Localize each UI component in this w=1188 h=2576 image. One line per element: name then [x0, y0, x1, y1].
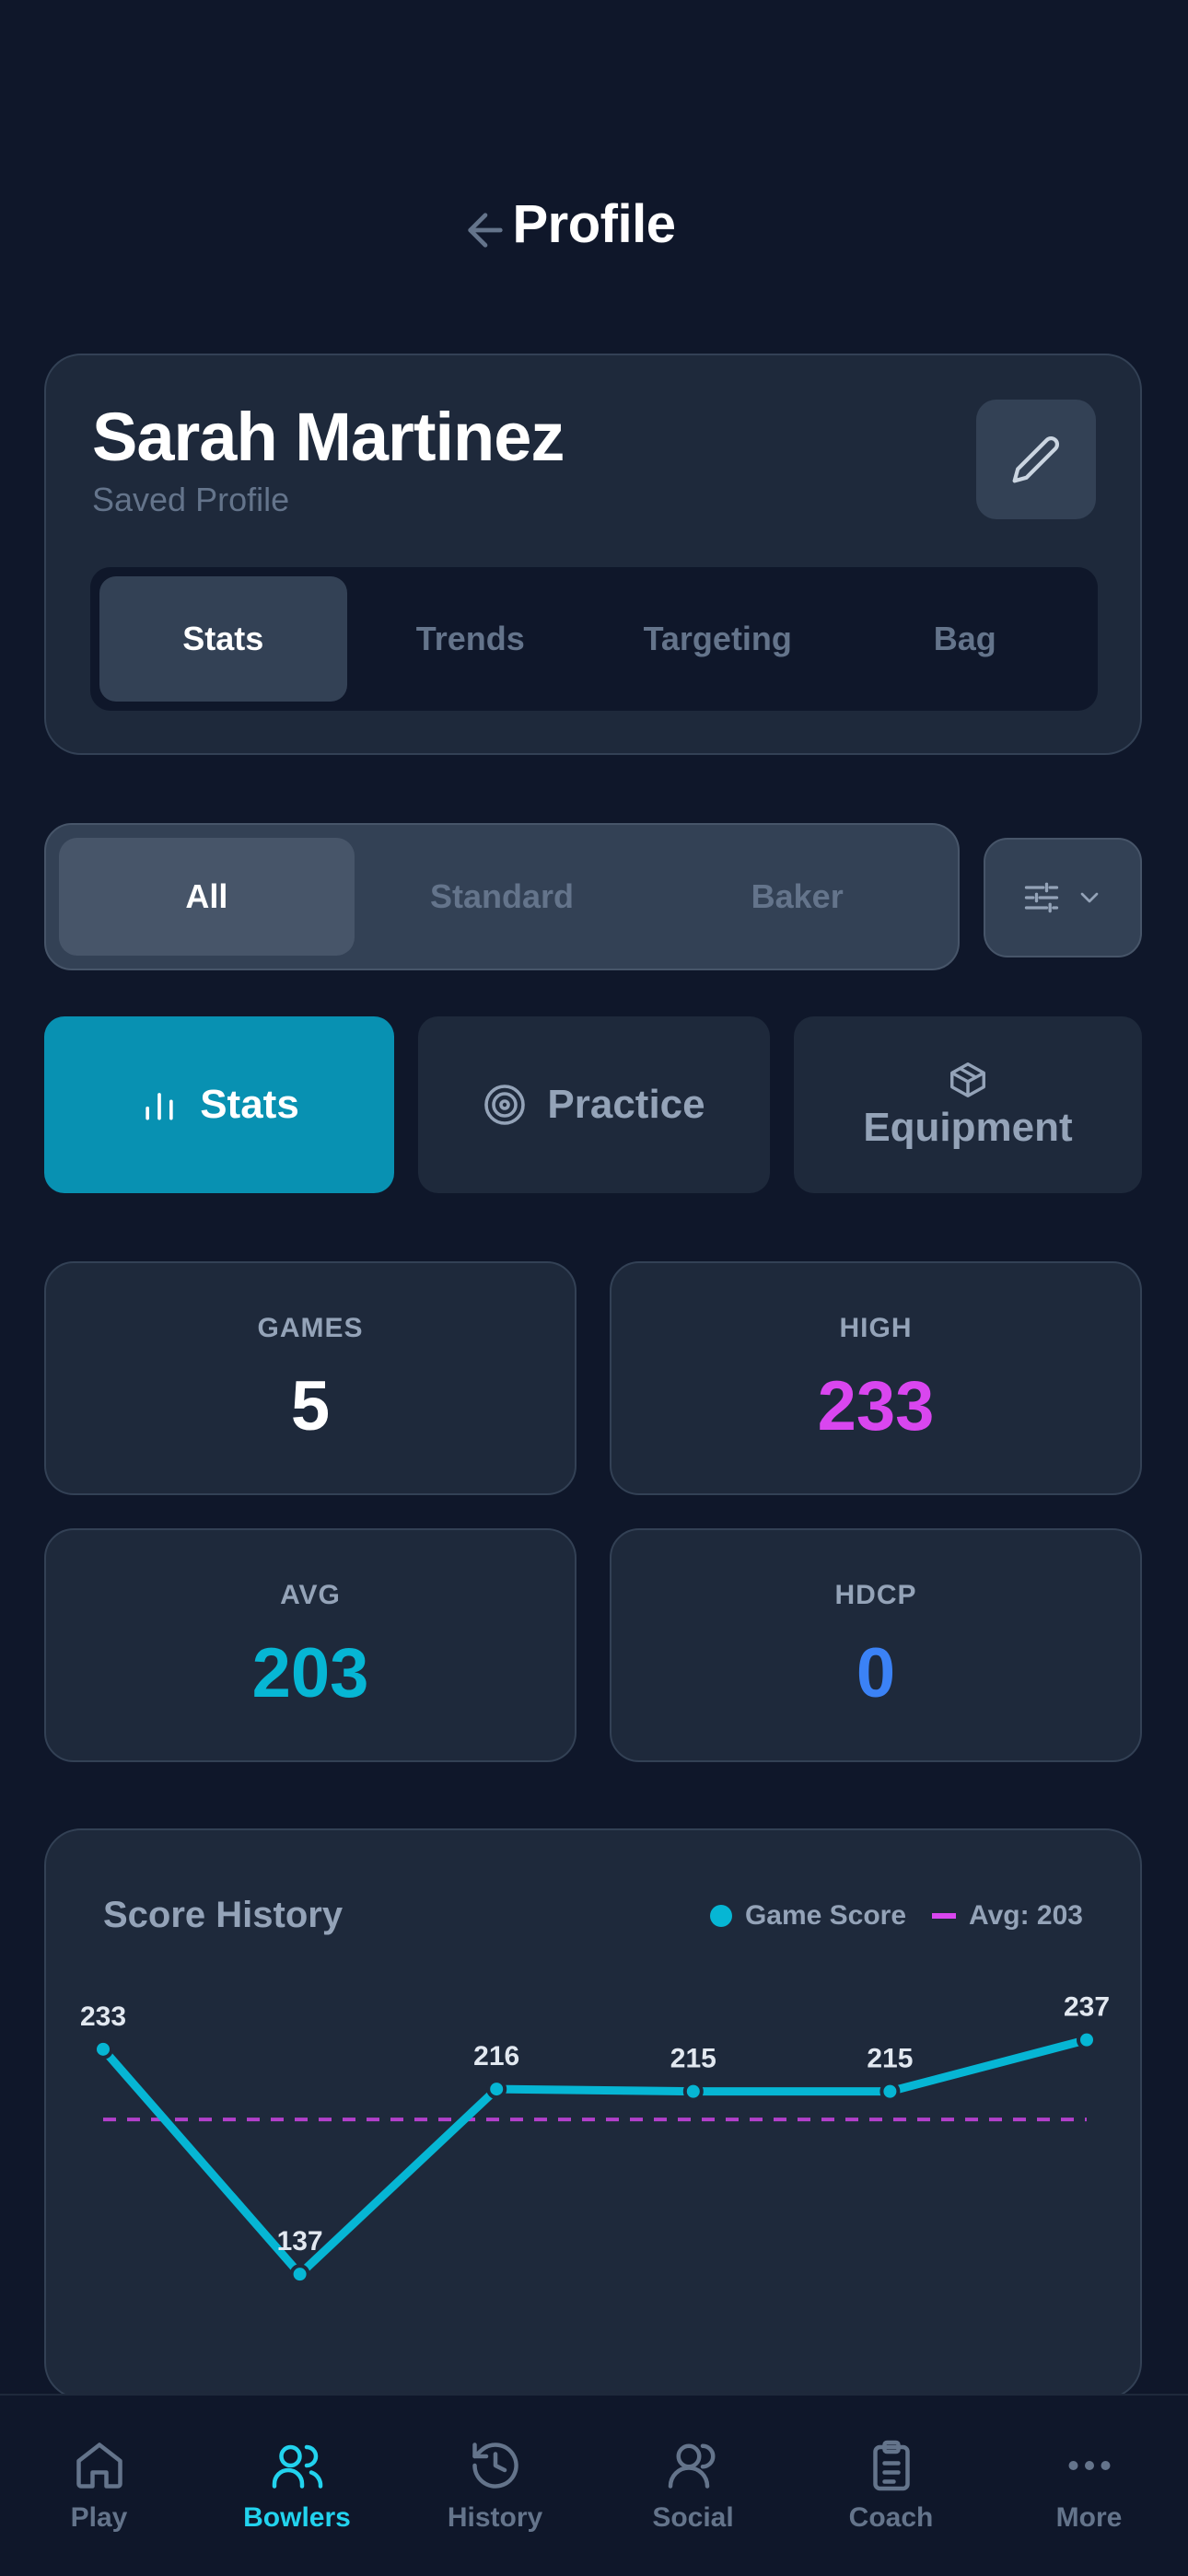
data-label: 215: [867, 2044, 913, 2074]
data-point: [1077, 2029, 1097, 2050]
nav-label-coach: Coach: [848, 2502, 934, 2533]
profile-card: Sarah Martinez Saved Profile Stats Trend…: [44, 354, 1142, 755]
nav-label-social: Social: [652, 2502, 734, 2533]
data-point: [93, 2038, 113, 2060]
chevron-down-icon: [1080, 892, 1099, 903]
stat-label-games: GAMES: [257, 1313, 364, 1343]
score-history-chart: 233 137 216 215 215 237: [80, 1992, 1110, 2285]
users-icon: [272, 2444, 322, 2489]
filter-standard[interactable]: Standard: [355, 838, 650, 956]
stat-value-high: 233: [817, 1367, 935, 1445]
target-icon: [484, 1085, 526, 1125]
nav-item-more[interactable]: More: [990, 2396, 1188, 2576]
nav-item-bowlers[interactable]: Bowlers: [198, 2396, 396, 2576]
home-icon: [76, 2443, 122, 2489]
nav-item-social[interactable]: Social: [594, 2396, 792, 2576]
score-series-line: [99, 2036, 1091, 2279]
mode-stats-label: Stats: [200, 1082, 299, 1127]
tab-stats[interactable]: Stats: [99, 576, 347, 702]
data-point: [879, 2081, 901, 2102]
tab-trends[interactable]: Trends: [347, 576, 595, 702]
nav-label-play: Play: [70, 2502, 128, 2533]
mode-equipment-button[interactable]: Equipment: [794, 1016, 1142, 1193]
data-point: [486, 2079, 507, 2100]
filter-all[interactable]: All: [59, 838, 355, 956]
pencil-icon: [1012, 436, 1059, 483]
box-icon: [950, 1062, 985, 1097]
filter-baker[interactable]: Baker: [649, 838, 945, 956]
mode-stats-button[interactable]: Stats: [44, 1016, 394, 1193]
page-title: Profile: [512, 194, 677, 254]
tab-targeting[interactable]: Targeting: [594, 576, 842, 702]
data-label: 237: [1064, 1992, 1110, 2023]
more-icon: [1068, 2461, 1110, 2470]
data-point: [289, 2264, 310, 2285]
nav-item-history[interactable]: History: [396, 2396, 594, 2576]
bottom-nav: Play Bowlers History Social Coach More: [0, 2394, 1188, 2576]
mode-equipment-label: Equipment: [863, 1105, 1073, 1150]
social-icon: [668, 2443, 715, 2489]
sliders-icon: [1024, 882, 1059, 913]
nav-label-more: More: [1055, 2502, 1123, 2533]
edit-profile-button[interactable]: [976, 400, 1096, 519]
stat-value-hdcp: 0: [856, 1634, 896, 1712]
stat-value-avg: 203: [251, 1634, 369, 1712]
clipboard-icon: [872, 2440, 910, 2491]
stat-card-games: GAMES 5: [44, 1261, 577, 1495]
stat-card-high: HIGH 233: [610, 1261, 1142, 1495]
data-label: 216: [473, 2041, 519, 2071]
mode-practice-label: Practice: [547, 1082, 705, 1127]
history-icon: [472, 2443, 518, 2489]
stat-label-hdcp: HDCP: [834, 1580, 917, 1610]
data-label: 137: [277, 2226, 323, 2257]
nav-item-play[interactable]: Play: [0, 2396, 198, 2576]
stat-label-high: HIGH: [839, 1313, 913, 1343]
nav-label-history: History: [447, 2502, 543, 2533]
mode-practice-button[interactable]: Practice: [418, 1016, 770, 1193]
stat-card-avg: AVG 203: [44, 1528, 577, 1762]
filter-dropdown-button[interactable]: [984, 838, 1142, 957]
bar-chart-icon: [146, 1093, 173, 1120]
data-point: [682, 2081, 704, 2102]
profile-subtitle: Saved Profile: [92, 481, 290, 518]
stat-value-games: 5: [290, 1367, 331, 1445]
tab-bag[interactable]: Bag: [842, 576, 1089, 702]
nav-item-coach[interactable]: Coach: [792, 2396, 990, 2576]
stat-label-avg: AVG: [280, 1580, 341, 1610]
profile-name: Sarah Martinez: [92, 399, 565, 475]
score-history-card: Score History Game Score Avg: 203 233 137…: [44, 1828, 1142, 2399]
data-label: 233: [80, 2002, 126, 2032]
data-label: 215: [670, 2044, 716, 2074]
profile-tabs: Stats Trends Targeting Bag: [90, 567, 1098, 711]
nav-label-bowlers: Bowlers: [243, 2502, 351, 2533]
game-type-filter: All Standard Baker: [44, 823, 960, 970]
stat-card-hdcp: HDCP 0: [610, 1528, 1142, 1762]
